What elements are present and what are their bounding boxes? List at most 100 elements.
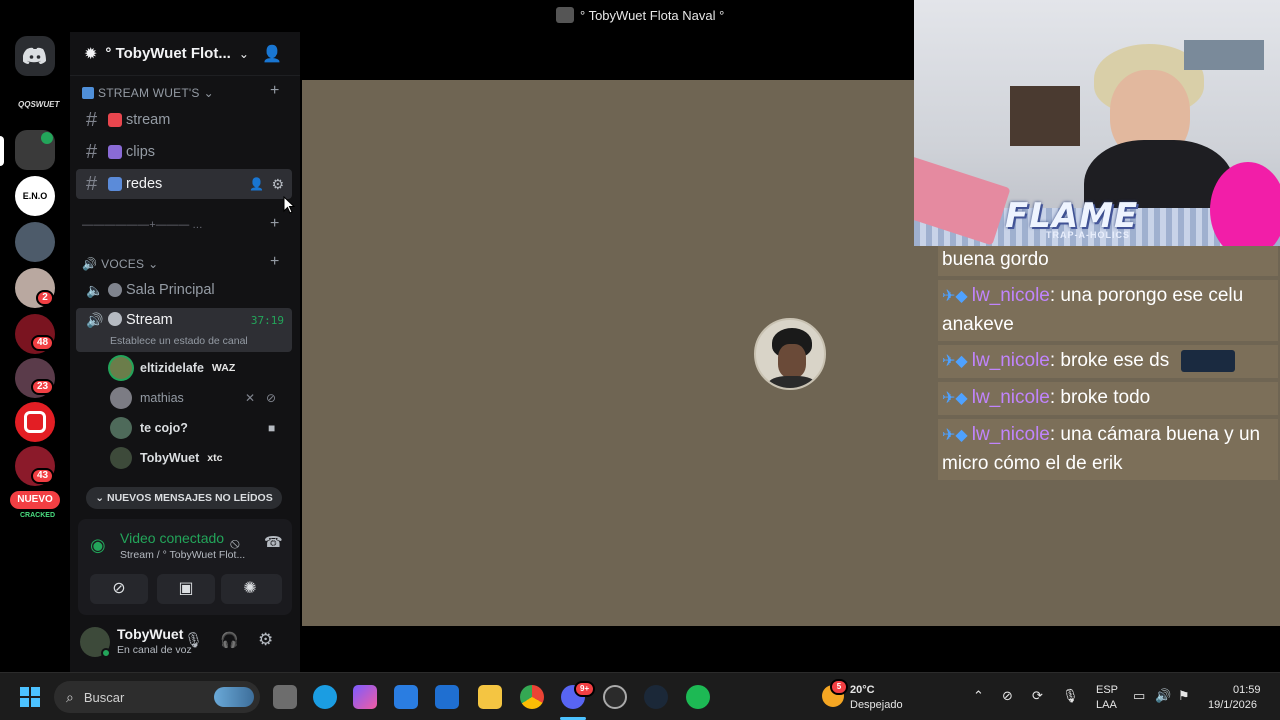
search-icon: ⌕ bbox=[66, 688, 74, 705]
channel-redes[interactable]: # redes 👤 ⚙ bbox=[76, 169, 292, 199]
server-rail: QQSWUET E.N.O 2 48 23 43 NUEVO CRACKED bbox=[0, 32, 70, 672]
voice-location[interactable]: Stream / ° TobyWuet Flot... bbox=[120, 549, 245, 561]
chrome-icon[interactable] bbox=[520, 685, 544, 709]
clock-time[interactable]: 01:59 bbox=[1233, 684, 1261, 696]
discord-home-button[interactable] bbox=[15, 36, 55, 76]
search-placeholder: Buscar bbox=[83, 689, 125, 705]
windows-start-icon[interactable] bbox=[20, 687, 40, 707]
voice-user[interactable]: TobyWuet xtc bbox=[110, 445, 222, 471]
chat-text: : broke todo bbox=[1049, 387, 1151, 408]
voice-channel-stream[interactable]: 🔊 Stream 37:19 Establece un estado de ca… bbox=[76, 308, 292, 352]
create-invite-icon[interactable]: 👤 bbox=[249, 177, 264, 191]
network-icon[interactable]: ▭ bbox=[1133, 688, 1145, 704]
window-title: ° TobyWuet Flota Naval ° bbox=[556, 7, 724, 23]
noise-suppression-icon[interactable]: ⦸ bbox=[230, 535, 240, 552]
category-stream[interactable]: STREAM WUET'S ⌄ bbox=[82, 86, 214, 100]
copilot-icon[interactable] bbox=[353, 685, 377, 709]
user-tag: xtc bbox=[207, 452, 223, 464]
chat-text: : broke ese ds bbox=[1049, 350, 1170, 371]
unread-badge: 2 bbox=[36, 290, 54, 306]
new-messages-label: NUEVOS MENSAJES NO LEÍDOS bbox=[107, 492, 273, 504]
connection-signal-icon[interactable]: ◉ bbox=[90, 535, 106, 556]
channel-stream[interactable]: # stream bbox=[76, 105, 292, 135]
broadcast-emoji-icon bbox=[108, 312, 122, 326]
chat-message: ✈◆ lw_nicole: broke todo bbox=[938, 382, 1278, 415]
channel-clips[interactable]: # clips bbox=[76, 137, 292, 167]
voice-user[interactable]: eltizidelafe WAZ bbox=[110, 355, 235, 381]
task-view-icon[interactable] bbox=[273, 685, 297, 709]
microphone-tray-icon[interactable]: 🎙 bbox=[1062, 688, 1079, 704]
server-header[interactable]: ✹ ° TobyWuet Flot... ⌄ 👤 bbox=[70, 32, 300, 76]
chat-username: lw_nicole bbox=[971, 387, 1050, 408]
hash-icon: # bbox=[86, 108, 98, 131]
voice-channel-sala[interactable]: 🔈 Sala Principal bbox=[76, 275, 292, 305]
clapper-emoji-icon bbox=[108, 145, 122, 159]
hash-icon: # bbox=[86, 140, 98, 163]
camera-off-button[interactable]: ⊘ bbox=[90, 574, 148, 604]
input-layout[interactable]: LAA bbox=[1096, 699, 1117, 711]
tray-app-icon[interactable]: ⊘ bbox=[1002, 688, 1013, 704]
notification-icon[interactable]: ⚑ bbox=[1178, 688, 1190, 704]
outlook-icon[interactable] bbox=[435, 685, 459, 709]
steam-icon[interactable] bbox=[644, 685, 668, 709]
edge-icon[interactable] bbox=[313, 685, 337, 709]
voice-status: Video conectado bbox=[120, 530, 225, 546]
hash-icon: # bbox=[86, 172, 98, 195]
chat-message: buena gordo bbox=[938, 246, 1278, 276]
stream-participant-avatar[interactable] bbox=[754, 318, 826, 390]
soundboard-icon: ✺ bbox=[243, 580, 257, 597]
screen: ° TobyWuet Flota Naval ° QQSWUET E.N.O 2… bbox=[0, 0, 1280, 720]
gear-icon[interactable]: ⚙ bbox=[271, 176, 284, 193]
server-icon-7[interactable] bbox=[15, 402, 55, 442]
chat-username: lw_nicole bbox=[971, 350, 1050, 371]
voice-user[interactable]: te cojo? ■ bbox=[110, 415, 275, 441]
category-label: VOCES bbox=[101, 257, 145, 271]
spotify-icon[interactable] bbox=[686, 685, 710, 709]
input-language[interactable]: ESP bbox=[1096, 684, 1118, 696]
screen-share-button[interactable]: ▣ bbox=[157, 574, 215, 604]
headphones-icon[interactable]: 🎧 bbox=[220, 631, 239, 649]
voice-user-name: mathias bbox=[140, 391, 184, 405]
new-pill[interactable]: NUEVO bbox=[10, 491, 60, 509]
user-tag: WAZ bbox=[211, 362, 236, 374]
server-icon-current[interactable] bbox=[15, 130, 55, 170]
camera-icon: ■ bbox=[268, 421, 276, 435]
server-icon-3[interactable] bbox=[15, 222, 55, 262]
microphone-icon[interactable]: 🎙 bbox=[184, 631, 203, 649]
clock-date[interactable]: 19/1/2026 bbox=[1208, 699, 1257, 711]
channel-name: stream bbox=[126, 112, 171, 128]
file-explorer-icon[interactable] bbox=[478, 685, 502, 709]
cracked-label: CRACKED bbox=[20, 512, 55, 519]
store-icon[interactable] bbox=[394, 685, 418, 709]
sync-icon[interactable]: ⟳ bbox=[1032, 688, 1043, 704]
category-voces[interactable]: 🔊 VOCES ⌄ bbox=[82, 257, 158, 271]
disconnect-icon[interactable]: ☎ bbox=[264, 533, 283, 551]
add-channel-icon[interactable]: + bbox=[270, 215, 279, 233]
search-highlight-icon bbox=[214, 687, 254, 707]
obs-icon[interactable] bbox=[603, 685, 627, 709]
chevron-up-icon[interactable]: ⌃ bbox=[973, 688, 984, 704]
taskbar-search[interactable]: ⌕ Buscar bbox=[54, 681, 260, 713]
deafened-icon: ⊘ bbox=[266, 391, 277, 405]
channel-status[interactable]: Establece un estado de canal bbox=[110, 335, 248, 347]
category-divider[interactable]: ——————+——— ... bbox=[82, 219, 202, 231]
voice-user-name: eltizidelafe bbox=[140, 361, 204, 375]
voice-user[interactable]: mathias ✕ ⊘ bbox=[110, 385, 276, 411]
user-settings-gear-icon[interactable]: ⚙ bbox=[258, 630, 273, 650]
volume-icon[interactable]: 🔊 bbox=[1155, 688, 1171, 704]
channel-sidebar: ✹ ° TobyWuet Flot... ⌄ 👤 STREAM WUET'S ⌄… bbox=[70, 32, 300, 672]
invite-people-icon[interactable]: 👤 bbox=[262, 44, 282, 64]
avatar bbox=[110, 417, 132, 439]
server-icon-eno[interactable]: E.N.O bbox=[15, 176, 55, 216]
soundboard-button[interactable]: ✺ bbox=[221, 574, 279, 604]
chat-message: ✈◆ lw_nicole: una porongo ese celu anakev… bbox=[938, 280, 1278, 341]
avatar bbox=[110, 447, 132, 469]
add-channel-icon[interactable]: + bbox=[270, 82, 279, 100]
weather-desc: Despejado bbox=[850, 699, 903, 711]
unread-badge: 43 bbox=[31, 468, 55, 484]
new-messages-pill[interactable]: ⌄ NUEVOS MENSAJES NO LEÍDOS bbox=[86, 487, 282, 509]
discord-badge: 9+ bbox=[574, 681, 596, 697]
server-name: ° TobyWuet Flot... bbox=[105, 45, 231, 62]
server-logo-text[interactable]: QQSWUET bbox=[18, 100, 59, 109]
add-channel-icon[interactable]: + bbox=[270, 253, 279, 271]
